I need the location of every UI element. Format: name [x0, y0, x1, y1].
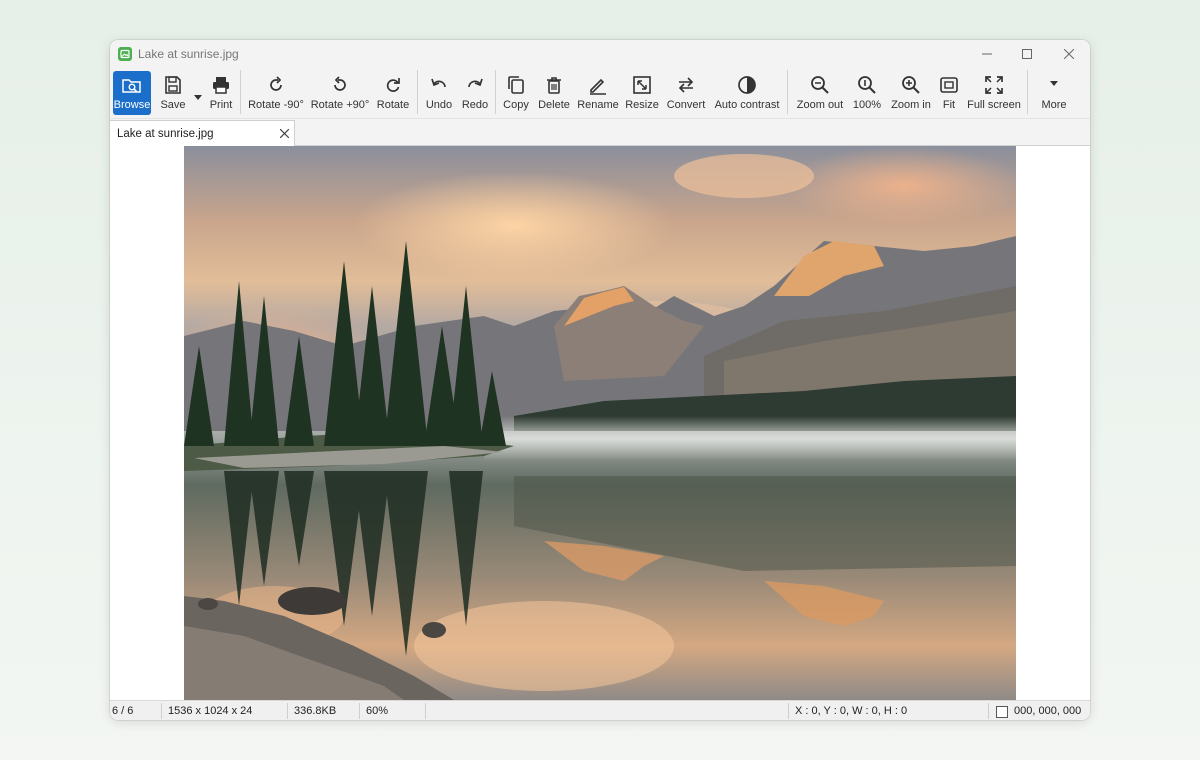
zoom-in-icon — [901, 73, 921, 97]
print-button[interactable]: Print — [206, 71, 236, 115]
status-selection: X : 0, Y : 0, W : 0, H : 0 — [795, 705, 908, 717]
delete-label: Delete — [538, 99, 570, 111]
toolbar-separator — [787, 70, 788, 114]
save-dropdown[interactable] — [192, 71, 204, 115]
resize-label: Resize — [625, 99, 659, 111]
chevron-down-icon — [1050, 73, 1058, 97]
status-bar: 6 / 6 1536 x 1024 x 24 336.8KB 60% X : 0… — [110, 700, 1090, 720]
rotate-right-icon — [330, 73, 350, 97]
auto-contrast-button[interactable]: Auto contrast — [712, 71, 782, 115]
zoom-100-icon — [857, 73, 877, 97]
toolbar-separator — [1027, 70, 1028, 114]
copy-label: Copy — [503, 99, 529, 111]
rotate-left-icon — [266, 73, 286, 97]
toolbar-separator — [240, 70, 241, 114]
redo-label: Redo — [461, 99, 489, 111]
status-color: 000, 000, 000 — [1014, 705, 1082, 717]
status-separator — [359, 703, 360, 719]
convert-button[interactable]: Convert — [664, 71, 708, 115]
rotate-left-label: Rotate -90° — [248, 99, 304, 111]
tab-image[interactable]: Lake at sunrise.jpg — [110, 120, 295, 146]
minimize-button[interactable] — [966, 40, 1008, 68]
zoom-100-label: 100% — [852, 99, 882, 111]
contrast-icon — [737, 73, 757, 97]
resize-button[interactable]: Resize — [624, 71, 660, 115]
rename-label: Rename — [577, 99, 619, 111]
zoom-out-button[interactable]: Zoom out — [794, 71, 846, 115]
status-dimensions: 1536 x 1024 x 24 — [168, 705, 253, 717]
zoom-in-button[interactable]: Zoom in — [888, 71, 934, 115]
zoom-out-label: Zoom out — [796, 99, 844, 111]
zoom-out-icon — [810, 73, 830, 97]
more-label: More — [1041, 99, 1067, 111]
toolbar: Browse Save Print Rotate -90° Rotate +90… — [110, 68, 1090, 119]
undo-label: Undo — [425, 99, 453, 111]
caret-down-icon — [194, 85, 202, 109]
lake-photo — [184, 146, 1016, 700]
status-zoom: 60% — [366, 705, 389, 717]
status-separator — [988, 703, 989, 719]
save-button[interactable]: Save — [156, 71, 190, 115]
print-label: Print — [209, 99, 233, 111]
status-position: 6 / 6 — [112, 705, 134, 717]
zoom-in-label: Zoom in — [891, 99, 931, 111]
redo-button[interactable]: Redo — [458, 71, 492, 115]
save-label: Save — [160, 99, 186, 111]
image-canvas[interactable] — [110, 146, 1090, 700]
fit-label: Fit — [942, 99, 956, 111]
trash-icon — [544, 73, 564, 97]
save-icon — [163, 73, 183, 97]
app-window: Lake at sunrise.jpg Browse Save Print Ro… — [110, 40, 1090, 720]
rotate-label: Rotate — [376, 99, 410, 111]
fullscreen-icon — [984, 73, 1004, 97]
tab-label: Lake at sunrise.jpg — [117, 127, 214, 140]
fit-button[interactable]: Fit — [936, 71, 962, 115]
rotate-icon — [383, 73, 403, 97]
tab-close-icon[interactable] — [278, 127, 290, 139]
fit-icon — [939, 73, 959, 97]
convert-label: Convert — [666, 99, 706, 111]
zoom-100-button[interactable]: 100% — [850, 71, 884, 115]
status-separator — [425, 703, 426, 719]
close-button[interactable] — [1048, 40, 1090, 68]
copy-icon — [506, 73, 526, 97]
delete-button[interactable]: Delete — [536, 71, 572, 115]
convert-icon — [676, 73, 696, 97]
undo-icon — [429, 73, 449, 97]
auto-contrast-label: Auto contrast — [714, 99, 780, 111]
fullscreen-label: Full screen — [967, 99, 1021, 111]
fullscreen-button[interactable]: Full screen — [966, 71, 1022, 115]
rotate-button[interactable]: Rotate — [374, 71, 412, 115]
rename-button[interactable]: Rename — [576, 71, 620, 115]
color-swatch — [996, 706, 1008, 718]
more-button[interactable]: More — [1036, 71, 1072, 115]
status-separator — [161, 703, 162, 719]
toolbar-separator — [495, 70, 496, 114]
resize-icon — [632, 73, 652, 97]
rotate-left-button[interactable]: Rotate -90° — [246, 71, 306, 115]
rotate-right-label: Rotate +90° — [310, 99, 370, 111]
browse-label: Browse — [113, 99, 151, 111]
undo-button[interactable]: Undo — [422, 71, 456, 115]
toolbar-separator — [417, 70, 418, 114]
status-filesize: 336.8KB — [294, 705, 337, 717]
status-separator — [788, 703, 789, 719]
rename-icon — [587, 73, 609, 97]
copy-button[interactable]: Copy — [500, 71, 532, 115]
redo-icon — [465, 73, 485, 97]
tab-strip: Lake at sunrise.jpg — [110, 119, 1090, 146]
app-icon — [118, 47, 132, 61]
status-separator — [287, 703, 288, 719]
title-bar: Lake at sunrise.jpg — [110, 40, 1090, 68]
maximize-button[interactable] — [1006, 40, 1048, 68]
print-icon — [211, 73, 231, 97]
browse-button[interactable]: Browse — [113, 71, 151, 115]
window-title: Lake at sunrise.jpg — [138, 47, 239, 61]
browse-icon — [121, 73, 143, 97]
rotate-right-button[interactable]: Rotate +90° — [310, 71, 370, 115]
